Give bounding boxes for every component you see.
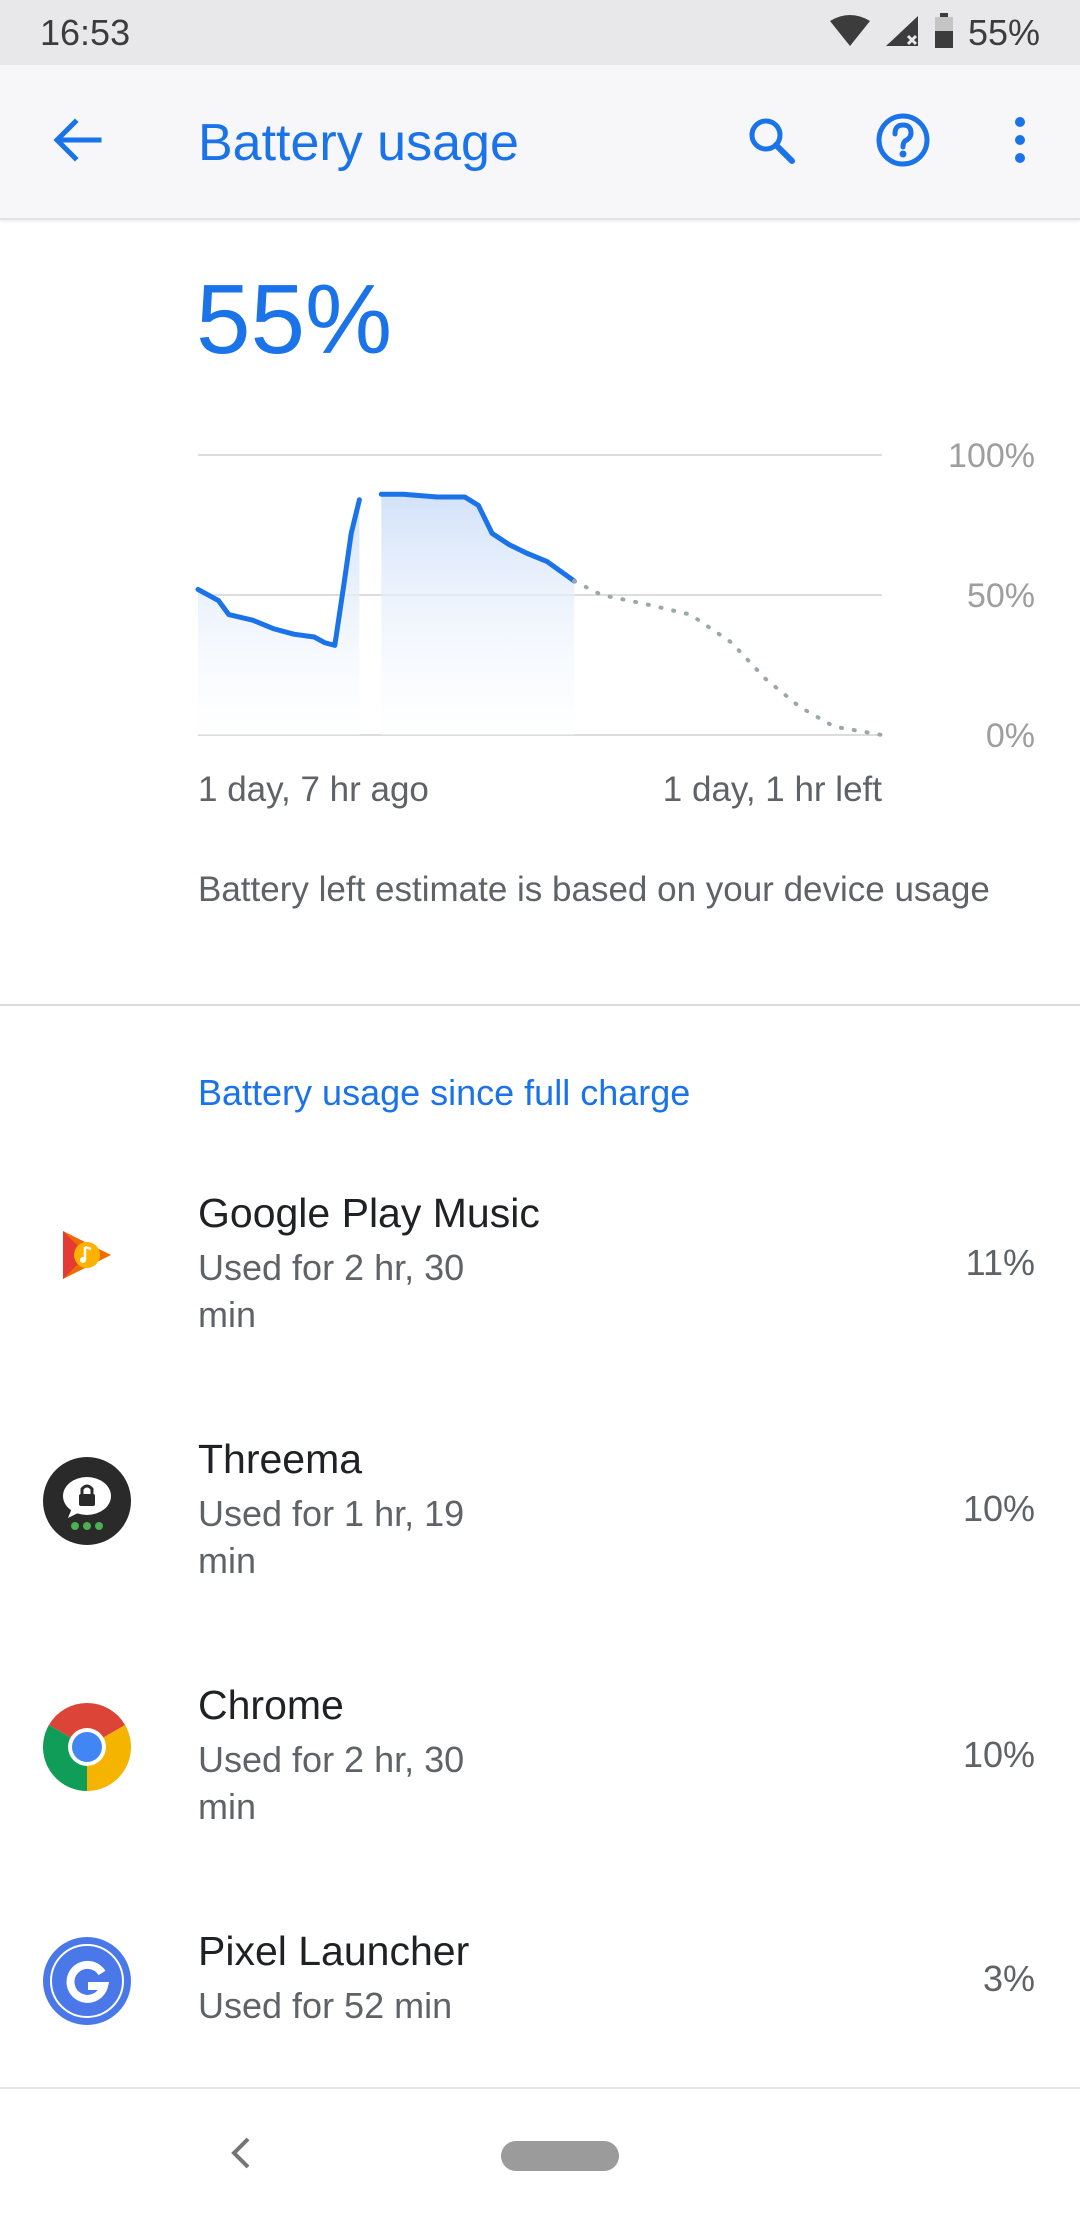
app-usage-time: Used for 2 hr, 30 min <box>198 1739 465 1827</box>
page-title: Battery usage <box>198 114 519 172</box>
chart-series-fill <box>198 499 360 735</box>
threema-icon <box>42 1456 132 1546</box>
app-row-pixel-launcher[interactable]: Pixel Launcher Used for 52 min 3% <box>0 1928 1080 2058</box>
back-arrow-icon <box>51 117 103 167</box>
help-icon <box>875 112 931 173</box>
app-usage-time: Used for 1 hr, 19 min <box>198 1493 465 1581</box>
more-options-button[interactable] <box>975 97 1065 187</box>
chrome-icon <box>42 1702 132 1792</box>
status-icons: 55% <box>829 10 1040 56</box>
battery-icon <box>934 12 954 54</box>
battery-chart: 100% 50% 0% <box>0 420 1080 760</box>
pixel-launcher-icon <box>42 1936 132 2026</box>
cell-signal-icon <box>884 14 920 53</box>
app-name: Chrome <box>198 1682 344 1728</box>
battery-chart-svg: 100% 50% 0% <box>195 437 1035 755</box>
nav-back-icon <box>228 2135 252 2176</box>
search-button[interactable] <box>726 97 816 187</box>
app-usage-percent: 10% <box>962 1488 1035 1529</box>
google-play-music-icon <box>42 1210 132 1300</box>
section-header: Battery usage since full charge <box>198 1072 691 1113</box>
app-usage-time: Used for 52 min <box>198 1985 453 2026</box>
nav-bar <box>0 2087 1080 2220</box>
chart-end-label: 1 day, 1 hr left <box>662 770 882 809</box>
app-usage-percent: 10% <box>962 1734 1035 1775</box>
search-icon <box>746 115 796 170</box>
status-time: 16:53 <box>40 12 131 53</box>
help-button[interactable] <box>858 97 948 187</box>
app-usage-percent: 3% <box>982 1958 1035 1999</box>
app-name: Pixel Launcher <box>198 1928 470 1974</box>
app-name: Google Play Music <box>198 1190 540 1236</box>
app-row-threema[interactable]: Threema Used for 1 hr, 19 min 10% <box>0 1436 1080 1606</box>
estimate-note: Battery left estimate is based on your d… <box>198 870 990 909</box>
chart-series-fill <box>381 494 575 735</box>
chart-start-label: 1 day, 7 hr ago <box>198 770 429 809</box>
wifi-icon <box>829 14 870 52</box>
chart-y-tick-label: 50% <box>967 577 1035 615</box>
status-battery-text: 55% <box>967 12 1040 53</box>
nav-back-button[interactable] <box>210 2125 270 2185</box>
chart-y-tick-label: 100% <box>948 437 1035 475</box>
battery-level: 55% <box>196 264 393 374</box>
app-usage-time: Used for 2 hr, 30 min <box>198 1247 465 1335</box>
divider <box>0 1004 1080 1006</box>
app-name: Threema <box>198 1436 363 1482</box>
status-bar: 16:53 55% <box>0 0 1080 65</box>
app-bar: Battery usage <box>0 65 1080 220</box>
app-row-google-play-music[interactable]: Google Play Music Used for 2 hr, 30 min … <box>0 1190 1080 1360</box>
home-pill-button[interactable] <box>501 2141 619 2171</box>
app-usage-percent: 11% <box>965 1242 1035 1283</box>
more-vert-icon <box>1012 116 1028 169</box>
chart-projection-line <box>572 579 884 737</box>
back-button[interactable] <box>32 97 122 187</box>
chart-y-tick-label: 0% <box>986 717 1035 755</box>
app-row-chrome[interactable]: Chrome Used for 2 hr, 30 min 10% <box>0 1682 1080 1852</box>
